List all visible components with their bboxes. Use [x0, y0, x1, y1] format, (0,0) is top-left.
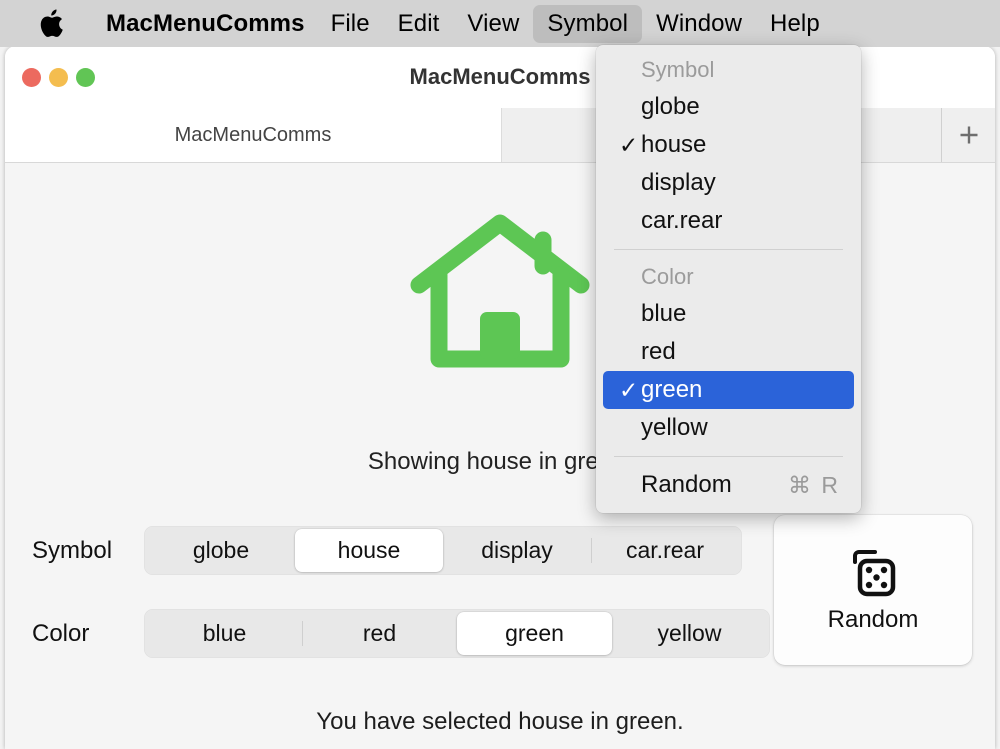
menu-item-label: car.rear	[641, 207, 722, 235]
color-option-yellow[interactable]: yellow	[612, 612, 767, 655]
menu-item-label: blue	[641, 300, 686, 328]
color-row-label: Color	[32, 620, 144, 648]
menu-separator	[614, 249, 843, 250]
symbol-segmented-control: globe house display car.rear	[144, 526, 742, 575]
menu-section-header-symbol: Symbol	[596, 52, 861, 88]
menubar-item-file[interactable]: File	[317, 5, 384, 43]
dice-icon	[845, 546, 901, 600]
menu-item-red[interactable]: red	[603, 333, 854, 371]
color-option-blue[interactable]: blue	[147, 612, 302, 655]
menu-item-shortcut: ⌘ R	[788, 472, 840, 499]
symbol-option-globe[interactable]: globe	[147, 529, 295, 572]
menu-item-yellow[interactable]: yellow	[603, 409, 854, 447]
random-button-label: Random	[828, 606, 919, 634]
menu-item-car-rear[interactable]: car.rear	[603, 202, 854, 240]
color-row: Color blue red green yellow	[32, 609, 770, 658]
symbol-option-house[interactable]: house	[295, 529, 443, 572]
menu-item-label: Random	[641, 471, 732, 499]
menu-item-label: yellow	[641, 414, 708, 442]
color-segmented-control: blue red green yellow	[144, 609, 770, 658]
traffic-lights	[22, 68, 95, 87]
menu-item-random[interactable]: Random ⌘ R	[603, 466, 854, 504]
menu-item-label: green	[641, 376, 702, 404]
add-tab-button[interactable]	[941, 108, 995, 162]
minimize-window-button[interactable]	[49, 68, 68, 87]
mac-menu-bar: MacMenuComms File Edit View Symbol Windo…	[0, 0, 1000, 47]
menu-item-blue[interactable]: blue	[603, 295, 854, 333]
menu-item-globe[interactable]: globe	[603, 88, 854, 126]
menu-item-label: house	[641, 131, 706, 159]
symbol-option-car-rear[interactable]: car.rear	[591, 529, 739, 572]
symbol-row: Symbol globe house display car.rear	[32, 526, 742, 575]
house-icon	[405, 209, 595, 379]
plus-icon	[957, 123, 981, 147]
color-option-green[interactable]: green	[457, 612, 612, 655]
menu-separator	[614, 456, 843, 457]
menu-section-header-color: Color	[596, 259, 861, 295]
tab-macmenucomms[interactable]: MacMenuComms	[5, 108, 501, 162]
symbol-option-display[interactable]: display	[443, 529, 591, 572]
menubar-item-view[interactable]: View	[453, 5, 533, 43]
menu-item-green[interactable]: ✓ green	[603, 371, 854, 409]
selection-summary-text: You have selected house in green.	[5, 708, 995, 736]
menu-item-label: red	[641, 338, 676, 366]
menubar-item-symbol[interactable]: Symbol	[533, 5, 642, 43]
menu-item-label: display	[641, 169, 716, 197]
menu-item-display[interactable]: display	[603, 164, 854, 202]
apple-logo-icon[interactable]	[38, 9, 64, 39]
zoom-window-button[interactable]	[76, 68, 95, 87]
menu-item-label: globe	[641, 93, 700, 121]
checkmark-icon: ✓	[619, 134, 638, 157]
menubar-app-name[interactable]: MacMenuComms	[94, 5, 317, 43]
menubar-item-edit[interactable]: Edit	[384, 5, 454, 43]
symbol-dropdown-menu: Symbol globe ✓ house display car.rear Co…	[596, 45, 861, 513]
symbol-row-label: Symbol	[32, 537, 144, 565]
menu-item-house[interactable]: ✓ house	[603, 126, 854, 164]
screen: MacMenuComms File Edit View Symbol Windo…	[0, 0, 1000, 749]
menubar-item-help[interactable]: Help	[756, 5, 834, 43]
tab-label: MacMenuComms	[175, 124, 332, 147]
checkmark-icon: ✓	[619, 379, 638, 402]
color-option-red[interactable]: red	[302, 612, 457, 655]
menubar-item-window[interactable]: Window	[642, 5, 756, 43]
random-button[interactable]: Random	[774, 515, 972, 665]
close-window-button[interactable]	[22, 68, 41, 87]
